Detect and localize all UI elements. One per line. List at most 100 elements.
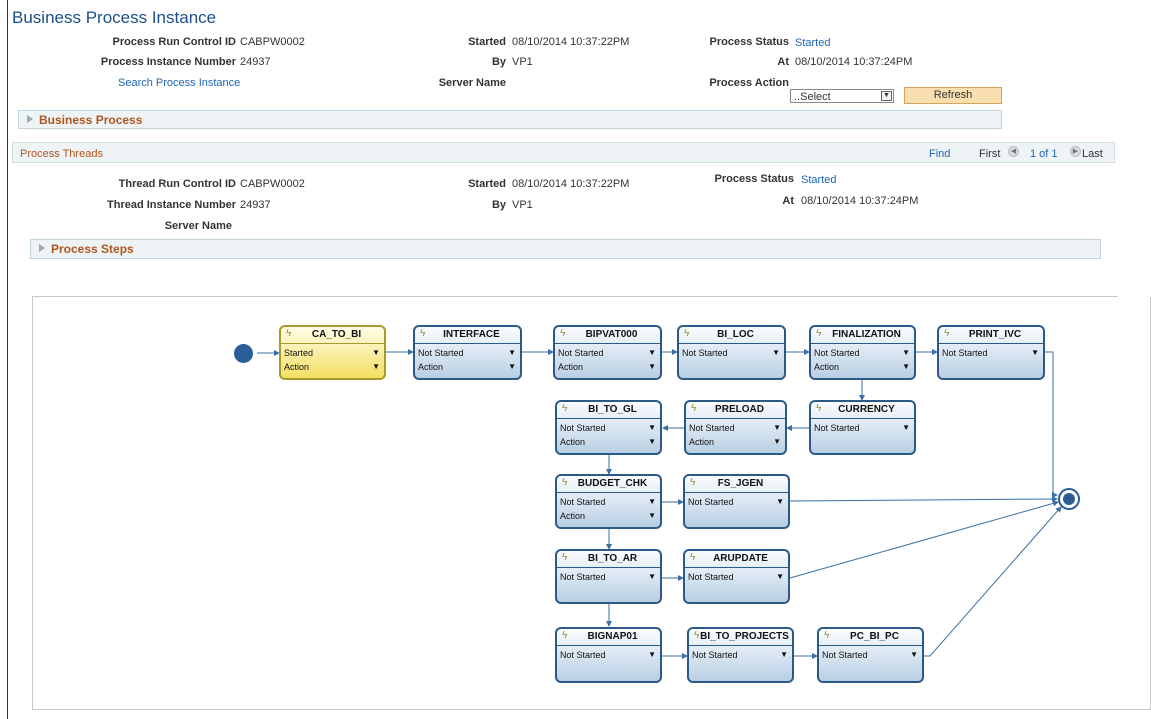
chevron-down-icon: ▼ xyxy=(776,497,784,506)
step-status-select[interactable]: Not Started ▼ xyxy=(814,423,910,433)
step-action: Action xyxy=(689,437,715,447)
step-header: ϟ BI_LOC xyxy=(679,327,784,344)
step-status-select[interactable]: Not Started ▼ xyxy=(942,348,1039,358)
step-status: Not Started xyxy=(689,423,735,433)
step-action: Action xyxy=(560,437,586,447)
step-status: Not Started xyxy=(418,348,464,358)
step-status-select[interactable]: Started ▼ xyxy=(284,348,380,358)
step-header: ϟ CURRENCY xyxy=(811,402,914,419)
step-name: PRINT_IVC xyxy=(968,329,1022,340)
step-status: Not Started xyxy=(560,497,606,507)
step-name: BI_TO_PROJECTS xyxy=(700,631,789,642)
step-action: Action xyxy=(814,362,840,372)
step-status-select[interactable]: Not Started ▼ xyxy=(822,650,918,660)
step-action: Action xyxy=(560,511,586,521)
step-node-4[interactable]: ϟ FINALIZATION Not Started ▼ Action ▼ xyxy=(809,325,916,380)
chevron-down-icon: ▼ xyxy=(902,348,910,357)
step-name: BI_TO_GL xyxy=(588,404,637,415)
step-name: ARUPDATE xyxy=(713,553,768,564)
chevron-down-icon: ▼ xyxy=(508,362,516,371)
step-status: Not Started xyxy=(560,650,606,660)
step-status-select[interactable]: Not Started ▼ xyxy=(560,423,656,433)
step-status: Not Started xyxy=(682,348,728,358)
step-action-select[interactable]: Action ▼ xyxy=(284,362,380,372)
step-action-select[interactable]: Action ▼ xyxy=(418,362,516,372)
step-node-13[interactable]: ϟ BIGNAP01 Not Started ▼ xyxy=(555,627,662,683)
step-status-select[interactable]: Not Started ▼ xyxy=(558,348,656,358)
chevron-down-icon: ▼ xyxy=(508,348,516,357)
step-node-9[interactable]: ϟ BUDGET_CHK Not Started ▼ Action ▼ xyxy=(555,474,662,529)
step-action-select[interactable]: Action ▼ xyxy=(814,362,910,372)
step-name: CURRENCY xyxy=(838,404,895,415)
step-header: ϟ FS_JGEN xyxy=(685,476,788,493)
step-header: ϟ BI_TO_PROJECTS xyxy=(689,629,792,646)
step-status-select[interactable]: Not Started ▼ xyxy=(560,497,656,507)
chevron-down-icon: ▼ xyxy=(372,348,380,357)
step-node-12[interactable]: ϟ ARUPDATE Not Started ▼ xyxy=(683,549,790,604)
step-name: PC_BI_PC xyxy=(850,631,899,642)
step-node-2[interactable]: ϟ BIPVAT000 Not Started ▼ Action ▼ xyxy=(553,325,662,380)
step-header: ϟ BIPVAT000 xyxy=(555,327,660,344)
step-name: PRELOAD xyxy=(715,404,764,415)
chevron-down-icon: ▼ xyxy=(648,511,656,520)
step-header: ϟ BUDGET_CHK xyxy=(557,476,660,493)
chevron-down-icon: ▼ xyxy=(648,650,656,659)
chevron-down-icon: ▼ xyxy=(773,437,781,446)
step-status: Not Started xyxy=(688,572,734,582)
step-action-select[interactable]: Action ▼ xyxy=(689,437,781,447)
step-node-3[interactable]: ϟ BI_LOC Not Started ▼ xyxy=(677,325,786,380)
step-node-10[interactable]: ϟ FS_JGEN Not Started ▼ xyxy=(683,474,790,529)
step-header: ϟ BI_TO_AR xyxy=(557,551,660,568)
step-action-select[interactable]: Action ▼ xyxy=(558,362,656,372)
step-node-11[interactable]: ϟ BI_TO_AR Not Started ▼ xyxy=(555,549,662,604)
step-status-select[interactable]: Not Started ▼ xyxy=(688,497,784,507)
step-status-select[interactable]: Not Started ▼ xyxy=(814,348,910,358)
step-header: ϟ ARUPDATE xyxy=(685,551,788,568)
chevron-down-icon: ▼ xyxy=(776,572,784,581)
chevron-down-icon: ▼ xyxy=(902,423,910,432)
step-status: Not Started xyxy=(814,423,860,433)
step-name: CA_TO_BI xyxy=(311,329,362,340)
step-header: ϟ PC_BI_PC xyxy=(819,629,922,646)
chevron-down-icon: ▼ xyxy=(1031,348,1039,357)
step-status-select[interactable]: Not Started ▼ xyxy=(682,348,780,358)
step-status-select[interactable]: Not Started ▼ xyxy=(688,572,784,582)
step-name: BIPVAT000 xyxy=(585,329,638,340)
step-action-select[interactable]: Action ▼ xyxy=(560,511,656,521)
step-status: Not Started xyxy=(822,650,868,660)
step-node-15[interactable]: ϟ PC_BI_PC Not Started ▼ xyxy=(817,627,924,683)
step-node-14[interactable]: ϟ BI_TO_PROJECTS Not Started ▼ xyxy=(687,627,794,683)
step-node-7[interactable]: ϟ PRELOAD Not Started ▼ Action ▼ xyxy=(684,400,787,455)
step-name: BIGNAP01 xyxy=(587,631,638,642)
step-name: BUDGET_CHK xyxy=(577,478,648,489)
chevron-down-icon: ▼ xyxy=(648,437,656,446)
step-header: ϟ BIGNAP01 xyxy=(557,629,660,646)
step-status-select[interactable]: Not Started ▼ xyxy=(560,650,656,660)
step-name: INTERFACE xyxy=(443,329,500,340)
chevron-down-icon: ▼ xyxy=(910,650,918,659)
step-node-5[interactable]: ϟ PRINT_IVC Not Started ▼ xyxy=(937,325,1045,380)
step-header: ϟ INTERFACE xyxy=(415,327,520,344)
step-status-select[interactable]: Not Started ▼ xyxy=(560,572,656,582)
step-node-6[interactable]: ϟ BI_TO_GL Not Started ▼ Action ▼ xyxy=(555,400,662,455)
step-header: ϟ CA_TO_BI xyxy=(281,327,384,344)
start-node xyxy=(234,344,253,363)
step-status: Not Started xyxy=(558,348,604,358)
step-action-select[interactable]: Action ▼ xyxy=(560,437,656,447)
step-status-select[interactable]: Not Started ▼ xyxy=(418,348,516,358)
chevron-down-icon: ▼ xyxy=(648,497,656,506)
step-status: Not Started xyxy=(814,348,860,358)
step-name: FS_JGEN xyxy=(717,478,764,489)
step-action: Action xyxy=(418,362,444,372)
step-status-select[interactable]: Not Started ▼ xyxy=(692,650,788,660)
step-status-select[interactable]: Not Started ▼ xyxy=(689,423,781,433)
step-node-8[interactable]: ϟ CURRENCY Not Started ▼ xyxy=(809,400,916,455)
step-name: FINALIZATION xyxy=(832,329,901,340)
chevron-down-icon: ▼ xyxy=(648,362,656,371)
chevron-down-icon: ▼ xyxy=(648,423,656,432)
step-status: Not Started xyxy=(688,497,734,507)
step-header: ϟ FINALIZATION xyxy=(811,327,914,344)
step-name: BI_LOC xyxy=(717,329,754,340)
step-node-0[interactable]: ϟ CA_TO_BI Started ▼ Action ▼ xyxy=(279,325,386,380)
step-node-1[interactable]: ϟ INTERFACE Not Started ▼ Action ▼ xyxy=(413,325,522,380)
